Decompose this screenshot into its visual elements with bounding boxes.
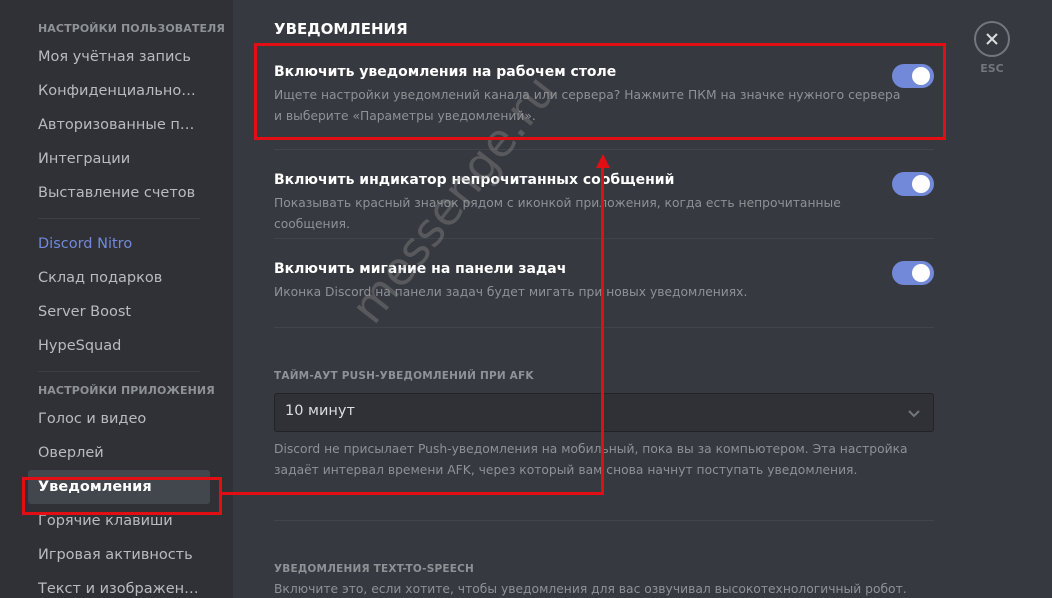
- annotation-line: [222, 492, 604, 495]
- desktop-notifications-toggle[interactable]: [892, 64, 934, 88]
- toggle-knob: [912, 67, 930, 85]
- settings-sidebar: Настройки пользователя Моя учётная запис…: [0, 0, 233, 598]
- sidebar-item-hypesquad[interactable]: HypeSquad: [28, 329, 210, 363]
- sidebar-item-text-images[interactable]: Текст и изображения: [28, 572, 210, 598]
- close-settings: ESC: [974, 21, 1010, 75]
- afk-timeout-value: 10 минут: [285, 403, 355, 419]
- divider: [274, 520, 934, 521]
- setting-desktop-notifications: Включить уведомления на рабочем столе Ищ…: [274, 64, 934, 127]
- setting-taskbar-flash: Включить мигание на панели задач Иконка …: [274, 261, 934, 303]
- unread-badge-toggle[interactable]: [892, 172, 934, 196]
- sidebar-item-integrations[interactable]: Интеграции: [28, 142, 210, 176]
- close-button[interactable]: [974, 21, 1010, 57]
- chevron-down-icon: [908, 410, 920, 418]
- sidebar-divider: [38, 371, 200, 372]
- sidebar-item-notifications[interactable]: Уведомления: [28, 470, 210, 504]
- afk-timeout-description: Discord не присылает Push-уведомления на…: [274, 442, 908, 477]
- sidebar-item-server-boost[interactable]: Server Boost: [28, 295, 210, 329]
- afk-timeout-label: Тайм-аут push-уведомлений при AFK: [274, 370, 534, 382]
- sidebar-item-voice-video[interactable]: Голос и видео: [28, 402, 210, 436]
- taskbar-flash-toggle[interactable]: [892, 261, 934, 285]
- sidebar-item-billing[interactable]: Выставление счетов: [28, 176, 210, 210]
- setting-unread-badge: Включить индикатор непрочитанных сообщен…: [274, 172, 934, 235]
- toggle-knob: [912, 175, 930, 193]
- sidebar-item-discord-nitro[interactable]: Discord Nitro: [28, 227, 210, 261]
- divider: [274, 327, 934, 328]
- app-settings-header: Настройки приложения: [38, 384, 215, 397]
- sidebar-item-keybinds[interactable]: Горячие клавиши: [28, 504, 210, 538]
- divider: [274, 238, 934, 239]
- tts-label: Уведомления Text-to-Speech: [274, 563, 475, 575]
- sidebar-item-my-account[interactable]: Моя учётная запись: [28, 40, 210, 74]
- sidebar-item-privacy[interactable]: Конфиденциальность: [28, 74, 210, 108]
- setting-title: Включить индикатор непрочитанных сообщен…: [274, 172, 675, 188]
- user-settings-header: Настройки пользователя: [38, 22, 225, 35]
- afk-timeout-select[interactable]: 10 минут: [274, 393, 934, 432]
- divider: [274, 149, 934, 150]
- close-icon: [986, 33, 998, 45]
- setting-description: Иконка Discord на панели задач будет миг…: [274, 285, 748, 299]
- toggle-knob: [912, 264, 930, 282]
- setting-title: Включить уведомления на рабочем столе: [274, 64, 617, 80]
- page-title: Уведомления: [274, 20, 408, 38]
- sidebar-item-gift-inventory[interactable]: Склад подарков: [28, 261, 210, 295]
- annotation-arrow-icon: [596, 154, 610, 168]
- tts-description: Включите это, если хотите, чтобы уведомл…: [274, 582, 907, 596]
- setting-description: Показывать красный значок рядом с иконко…: [274, 196, 841, 231]
- setting-title: Включить мигание на панели задач: [274, 261, 567, 277]
- sidebar-divider: [38, 218, 200, 219]
- sidebar-item-authorized-apps[interactable]: Авторизованные приложения: [28, 108, 210, 142]
- setting-description: Ищете настройки уведомлений канала или с…: [274, 88, 901, 123]
- sidebar-item-game-activity[interactable]: Игровая активность: [28, 538, 210, 572]
- sidebar-item-overlay[interactable]: Оверлей: [28, 436, 210, 470]
- esc-label: ESC: [980, 62, 1004, 75]
